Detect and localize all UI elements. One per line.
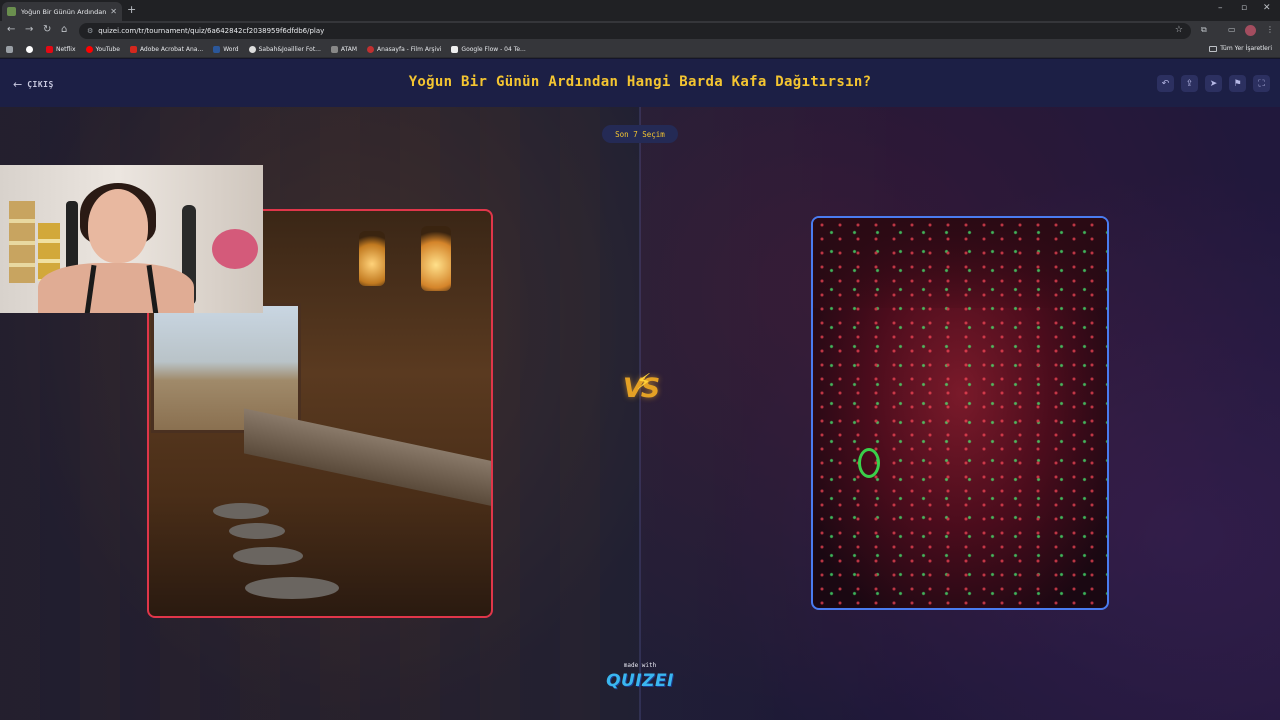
bar-window-image [151, 303, 301, 433]
wall-poster-image [9, 201, 35, 283]
minimize-icon[interactable]: – [1218, 3, 1223, 13]
apps-grid-icon[interactable] [6, 45, 16, 53]
bookmark-youtube[interactable]: YouTube [85, 45, 120, 53]
lightning-icon: ⚡ [636, 370, 652, 395]
profile-avatar[interactable] [1245, 25, 1256, 36]
extensions-icon[interactable]: ⧉ [1201, 25, 1207, 35]
bookmark-netflix[interactable]: Netflix [46, 45, 76, 53]
word-icon [213, 45, 221, 53]
quizei-logo[interactable]: QUIZEI [606, 671, 674, 691]
browser-tab-bar: Yoğun Bir Günün Ardından Hangi ✕ + – ▫ ✕ [0, 0, 1280, 21]
arrow-left-icon: ← [13, 78, 23, 91]
browser-tab-active[interactable]: Yoğun Bir Günün Ardından Hangi ✕ [2, 2, 122, 21]
center-divider [639, 107, 641, 720]
person-body-image [38, 263, 194, 313]
new-tab-icon[interactable]: + [127, 3, 136, 16]
flag-icon[interactable]: ⚑ [1229, 75, 1246, 92]
header-actions: ↶ ⇪ ➤ ⚑ ⛶ [1150, 75, 1270, 92]
bookmark-film-arsivi[interactable]: Anasayfa - Film Arşivi [367, 45, 441, 53]
neon-sign-image [858, 448, 880, 478]
bar-stool-image [233, 547, 303, 565]
bar-stool-image [229, 523, 285, 539]
plush-toy-image [212, 229, 258, 269]
fullscreen-icon[interactable]: ⛶ [1253, 75, 1270, 92]
home-icon[interactable]: ⌂ [61, 24, 67, 35]
url-text: quizei.com/tr/tournament/quiz/6a642842cf… [98, 27, 325, 35]
quiz-title: Yoğun Bir Günün Ardından Hangi Barda Kaf… [408, 74, 872, 90]
quiz-header: ← ÇIKIŞ Yoğun Bir Günün Ardından Hangi B… [0, 59, 1280, 107]
bookmark-sabah[interactable]: Sabah&Joaillier Fot... [248, 45, 321, 53]
forward-icon[interactable]: → [25, 24, 33, 35]
maximize-icon[interactable]: ▫ [1241, 3, 1247, 13]
adobe-icon [129, 45, 137, 53]
browser-toolbar: ← → ↻ ⌂ ⚙ quizei.com/tr/tournament/quiz/… [0, 21, 1280, 41]
bookmark-star-icon[interactable]: ☆ [1175, 25, 1183, 35]
share-icon[interactable]: ⇪ [1181, 75, 1198, 92]
bookmarks-bar: Netflix YouTube Adobe Acrobat Ana... Wor… [0, 41, 1280, 58]
document-icon [451, 45, 459, 53]
bookmark-word[interactable]: Word [213, 45, 239, 53]
film-arsivi-icon [367, 45, 375, 53]
reload-icon[interactable]: ↻ [43, 24, 51, 35]
lantern-image [359, 231, 385, 286]
bookmark-adobe[interactable]: Adobe Acrobat Ana... [129, 45, 203, 53]
quiz-page: ← ÇIKIŞ Yoğun Bir Günün Ardından Hangi B… [0, 59, 1280, 720]
versus-badge: VS ⚡ [611, 366, 669, 410]
bookmark-google-flow[interactable]: Google Flow - 04 Te... [451, 45, 526, 53]
webcam-overlay [0, 165, 263, 313]
choice-card-right[interactable] [811, 216, 1109, 610]
back-icon[interactable]: ← [7, 24, 15, 35]
tab-close-icon[interactable]: ✕ [110, 7, 117, 16]
all-bookmarks-folder[interactable]: Tüm Yer İşaretleri [1209, 45, 1272, 52]
folder-icon [1209, 45, 1218, 52]
made-with-label: made with [623, 662, 657, 669]
bar-counter-image [244, 408, 491, 509]
youtube-icon [85, 45, 93, 53]
person-face-image [88, 189, 148, 263]
netflix-icon [46, 45, 53, 53]
google-icon[interactable] [26, 45, 36, 53]
lantern-image [421, 226, 451, 291]
cast-icon[interactable]: ▭ [1228, 25, 1236, 34]
sabah-icon [248, 45, 256, 53]
exit-button[interactable]: ← ÇIKIŞ [13, 78, 54, 91]
bar-stool-image [245, 577, 339, 599]
round-badge: Son 7 Seçim [602, 125, 678, 143]
bar-stool-image [213, 503, 269, 519]
tab-title: Yoğun Bir Günün Ardından Hangi [21, 7, 107, 16]
exit-label: ÇIKIŞ [27, 80, 54, 89]
menu-kebab-icon[interactable]: ⋮ [1266, 25, 1274, 34]
string-lights-image [813, 218, 1107, 608]
address-bar[interactable]: ⚙ quizei.com/tr/tournament/quiz/6a642842… [79, 23, 1191, 39]
tab-favicon-icon [7, 7, 16, 16]
atam-icon [330, 45, 338, 53]
send-icon[interactable]: ➤ [1205, 75, 1222, 92]
undo-icon[interactable]: ↶ [1157, 75, 1174, 92]
site-info-icon[interactable]: ⚙ [87, 27, 93, 35]
bookmark-atam[interactable]: ATAM [330, 45, 357, 53]
window-close-icon[interactable]: ✕ [1263, 3, 1271, 13]
